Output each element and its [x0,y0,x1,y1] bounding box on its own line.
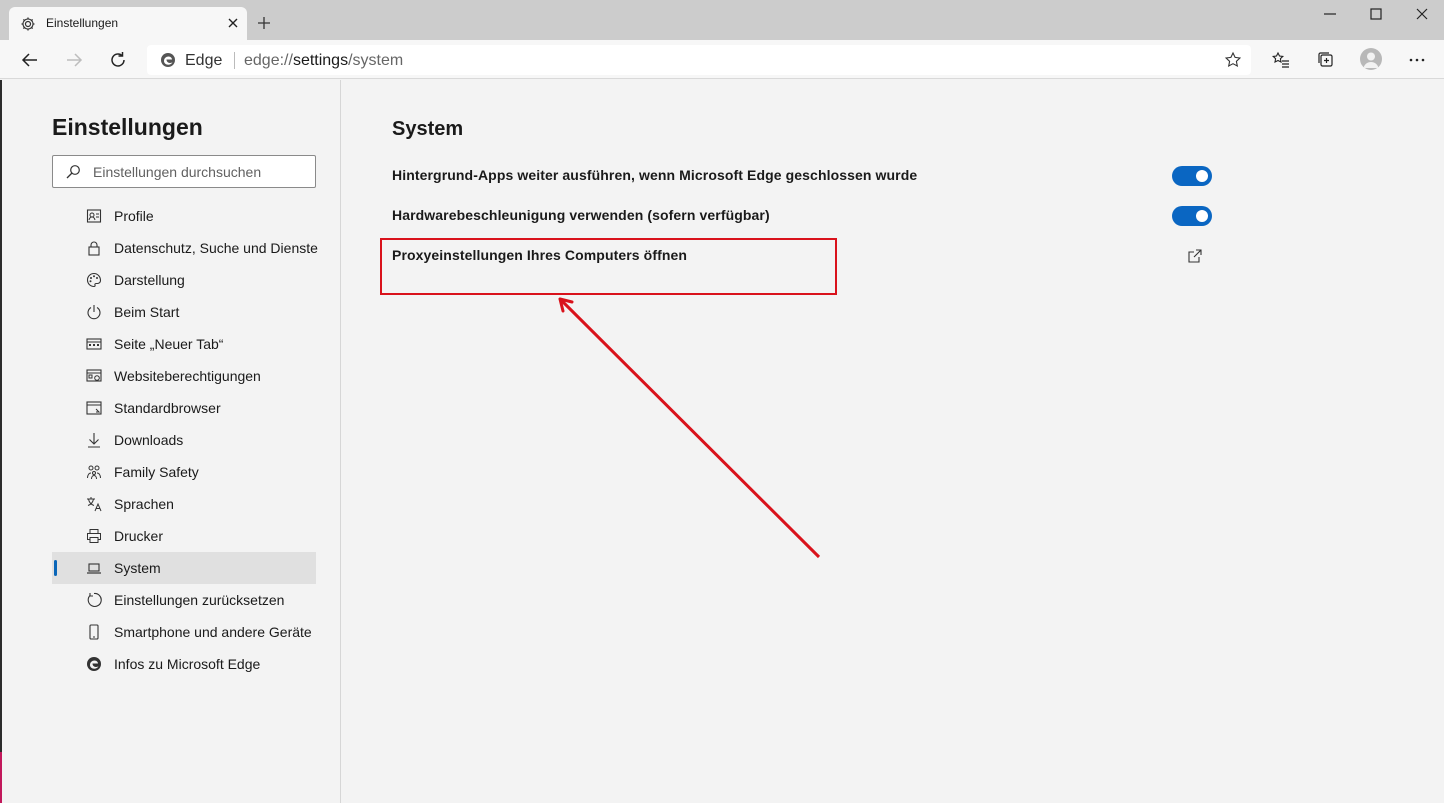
sidebar-item-reset-settings[interactable]: Einstellungen zurücksetzen [52,584,316,616]
more-dots-icon[interactable] [1407,50,1427,70]
sidebar-item-about-edge[interactable]: Infos zu Microsoft Edge [52,648,316,680]
search-input[interactable] [93,162,308,182]
settings-search[interactable] [52,155,316,188]
sidebar-title: Einstellungen [52,114,203,140]
power-icon [87,305,101,320]
sidebar-item-languages[interactable]: Sprachen [52,488,316,520]
url-text: edge://settings/system [244,52,404,69]
close-icon[interactable] [225,15,241,31]
edge-logo-icon [161,53,175,67]
sidebar-item-label: Standardbrowser [114,400,221,416]
toggle-knob [1196,210,1208,222]
sidebar-item-label: Drucker [114,528,164,544]
sidebar-item-downloads[interactable]: Downloads [52,424,316,456]
sidebar-item-system[interactable]: System [52,552,316,584]
family-icon [87,465,101,480]
favorites-list-icon[interactable] [1271,50,1291,70]
refresh-icon[interactable] [108,50,128,70]
sidebar-item-on-startup[interactable]: Beim Start [52,296,316,328]
sidebar-item-label: Einstellungen zurücksetzen [114,592,285,608]
address-bar[interactable]: Edge edge://settings/system [147,45,1251,75]
toolbar: Edge edge://settings/system [0,40,1444,79]
setting-background-apps: Hintergrund-Apps weiter ausführen, wenn … [392,158,1212,198]
annotation-highlight-box [380,238,837,295]
printer-icon [87,529,101,543]
sidebar-item-profile[interactable]: Profile [52,200,316,232]
profile-avatar[interactable] [1360,48,1382,70]
sidebar-item-label: Seite „Neuer Tab“ [114,336,224,352]
minimize-icon[interactable] [1322,6,1338,22]
laptop-icon [87,563,101,574]
sidebar-item-phone-devices[interactable]: Smartphone und andere Geräte [52,616,316,648]
sidebar-nav: Profile Datenschutz, Suche und Dienste D… [52,200,318,680]
favorite-star-icon[interactable] [1224,51,1242,69]
background-apps-toggle[interactable] [1172,166,1212,186]
new-tab-grid-icon [86,338,102,350]
download-arrow-icon [88,433,100,448]
sidebar-item-family-safety[interactable]: Family Safety [52,456,316,488]
external-link-icon[interactable] [1187,248,1203,264]
setting-label: Hintergrund-Apps weiter ausführen, wenn … [392,167,918,183]
sidebar-item-label: Datenschutz, Suche und Dienste [114,240,318,256]
forward-arrow-icon[interactable] [64,50,84,70]
sidebar-item-appearance[interactable]: Darstellung [52,264,316,296]
sidebar-item-label: Downloads [114,432,184,448]
setting-hardware-acceleration: Hardwarebeschleunigung verwenden (sofern… [392,198,1212,238]
tab-title: Einstellungen [46,16,119,30]
sidebar-item-printers[interactable]: Drucker [52,520,316,552]
sidebar-item-new-tab[interactable]: Seite „Neuer Tab“ [52,328,316,360]
tab-strip: Einstellungen [0,0,1444,40]
sidebar-item-label: Websiteberechtigungen [114,368,261,384]
settings-sidebar: Einstellungen Profile Datenschutz, Suche… [2,80,341,803]
profile-card-icon [86,209,102,223]
maximize-icon[interactable] [1368,6,1384,22]
site-identity-label: Edge [185,52,223,69]
search-icon [66,165,80,179]
sidebar-item-privacy[interactable]: Datenschutz, Suche und Dienste [52,232,318,264]
sidebar-item-label: Sprachen [114,496,174,512]
sidebar-item-label: Family Safety [114,464,199,480]
language-icon [87,497,102,512]
collections-icon[interactable] [1316,50,1336,70]
page-title: System [392,118,464,140]
back-arrow-icon[interactable] [20,50,40,70]
default-browser-icon [86,401,102,415]
sidebar-item-label: Darstellung [114,272,185,288]
sidebar-item-label: Profile [114,208,154,224]
edge-logo-icon [87,657,101,671]
sidebar-item-default-browser[interactable]: Standardbrowser [52,392,316,424]
smartphone-icon [89,624,99,640]
sidebar-item-label: Beim Start [114,304,180,320]
lock-icon [88,241,100,256]
sidebar-item-site-permissions[interactable]: Websiteberechtigungen [52,360,316,392]
hardware-acceleration-toggle[interactable] [1172,206,1212,226]
sidebar-item-label: Smartphone und andere Geräte [114,624,312,640]
sidebar-item-label: System [114,560,161,576]
toggle-knob [1196,170,1208,182]
site-permissions-icon [86,369,102,382]
sidebar-item-label: Infos zu Microsoft Edge [114,656,261,672]
palette-icon [86,272,102,288]
new-tab-plus-icon[interactable] [256,15,272,31]
setting-label: Hardwarebeschleunigung verwenden (sofern… [392,207,770,223]
settings-main: System Hintergrund-Apps weiter ausführen… [342,80,1444,803]
tab-settings[interactable]: Einstellungen [9,7,247,40]
address-separator [234,52,235,69]
person-icon [1363,52,1379,68]
gear-icon [21,17,35,31]
browser-window: Einstellungen Edge edge://settings/syste… [0,0,1444,803]
window-close-icon[interactable] [1414,6,1430,22]
reset-icon [87,592,102,607]
